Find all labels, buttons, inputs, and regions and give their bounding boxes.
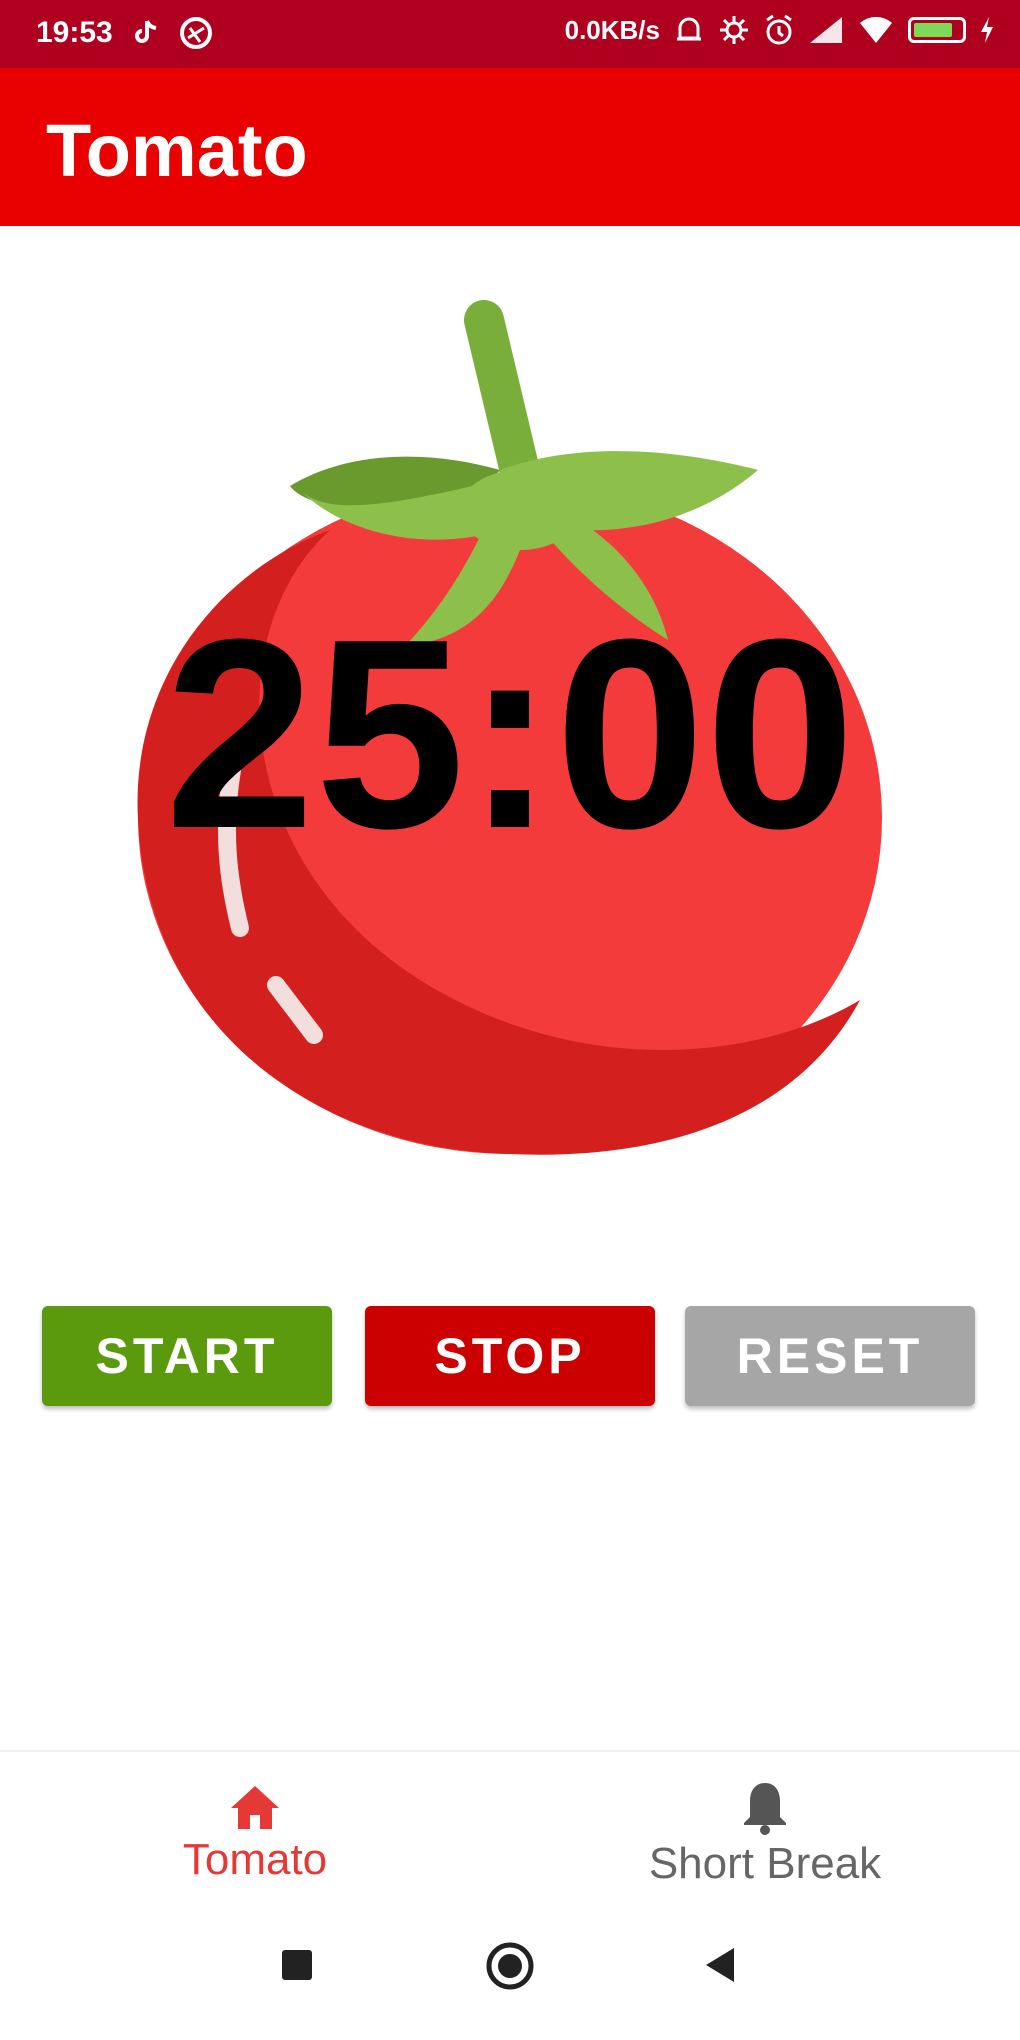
home-circle-icon[interactable] — [484, 1940, 536, 1992]
notification-bell-icon — [674, 14, 704, 46]
status-bar: 19:53 0.0KB/s — [0, 0, 1020, 68]
start-button[interactable]: START — [42, 1306, 332, 1406]
nav-item-tomato[interactable]: Tomato — [0, 1752, 510, 1916]
status-right: 0.0KB/s — [565, 14, 994, 46]
stop-button[interactable]: STOP — [365, 1306, 655, 1406]
nav-label-short-break: Short Break — [648, 1839, 882, 1888]
nav-label-tomato: Tomato — [182, 1835, 328, 1884]
status-left: 19:53 — [36, 16, 213, 50]
bottom-navigation: Tomato Short Break — [0, 1750, 1020, 1916]
timer-display: 25:00 — [164, 584, 856, 885]
bell-icon — [741, 1779, 789, 1835]
alarm-icon — [764, 14, 794, 46]
network-speed: 0.0KB/s — [564, 14, 660, 45]
app-title: Tomato — [46, 109, 308, 192]
nav-item-short-break[interactable]: Short Break — [510, 1752, 1020, 1916]
sync-icon — [179, 16, 213, 50]
timer-controls: START STOP RESET — [0, 1306, 1020, 1410]
app-bar: Tomato — [0, 68, 1020, 226]
system-navigation-bar — [0, 1914, 1020, 2040]
back-icon[interactable] — [700, 1944, 738, 1986]
settings-icon — [718, 14, 750, 46]
app-screen: 19:53 0.0KB/s Tomato 25:00 START STOP RE… — [0, 0, 1020, 2040]
signal-icon — [808, 15, 844, 45]
status-time: 19:53 — [36, 16, 113, 49]
reset-button[interactable]: RESET — [685, 1306, 975, 1406]
charging-icon — [980, 16, 994, 44]
battery-level — [914, 23, 953, 37]
home-icon — [229, 1783, 281, 1831]
recent-apps-icon[interactable] — [278, 1946, 316, 1984]
tiktok-icon — [131, 18, 161, 48]
timer-display-area: 25:00 — [0, 300, 1020, 1180]
battery-icon — [908, 17, 966, 43]
wifi-icon — [858, 15, 894, 45]
